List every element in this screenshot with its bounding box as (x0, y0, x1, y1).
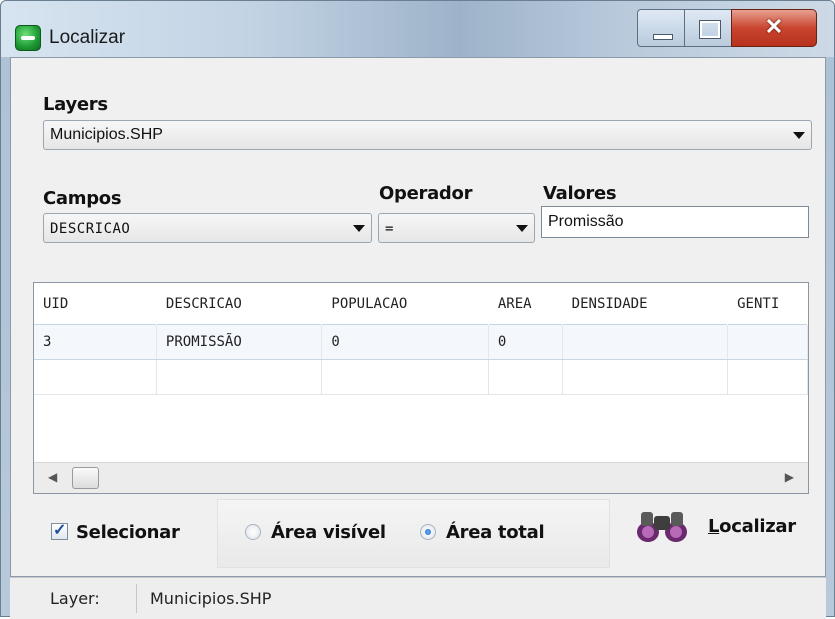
column-header[interactable]: GENTI (727, 283, 808, 325)
localizar-window: Localizar ✕ Layers Municipios.SHP Campos… (0, 0, 835, 619)
table-cell (727, 324, 808, 360)
status-layer-label: Layer: (50, 589, 100, 608)
window-title: Localizar (49, 27, 126, 48)
campos-selected-value: DESCRICAO (50, 221, 131, 237)
layers-dropdown[interactable]: Municipios.SHP (43, 120, 812, 150)
valores-input[interactable] (541, 206, 809, 238)
table-cell (34, 359, 157, 395)
maximize-icon (699, 20, 721, 39)
selecionar-label[interactable]: Selecionar (76, 522, 180, 543)
scroll-right-icon[interactable]: ▶ (785, 470, 794, 484)
close-icon: ✕ (764, 14, 784, 39)
binoculars-icon[interactable] (635, 508, 689, 544)
valores-text-field[interactable] (542, 207, 808, 237)
app-icon (15, 25, 41, 51)
chevron-down-icon (353, 225, 365, 232)
campos-dropdown[interactable]: DESCRICAO (43, 213, 372, 243)
table-cell (156, 359, 323, 395)
column-header[interactable]: DENSIDADE (562, 283, 729, 325)
results-grid[interactable]: UID DESCRICAO POPULACAO AREA DENSIDADE G… (33, 282, 809, 494)
localizar-button-label: ocalizar (719, 516, 796, 537)
table-cell: 0 (321, 324, 489, 360)
status-bar: Layer: Municipios.SHP (10, 577, 826, 619)
scrollbar-thumb[interactable] (72, 467, 99, 489)
table-cell (321, 359, 489, 395)
column-header[interactable]: POPULACAO (321, 283, 489, 325)
chevron-down-icon (516, 225, 528, 232)
table-cell (562, 324, 729, 360)
table-row[interactable]: 3 PROMISSÃO 0 0 (34, 324, 808, 360)
table-cell (727, 359, 808, 395)
table-cell: 3 (34, 324, 157, 360)
chevron-down-icon (793, 132, 805, 139)
title-bar: Localizar ✕ (1, 1, 834, 57)
selecionar-checkbox[interactable] (51, 520, 68, 540)
grid-header-row: UID DESCRICAO POPULACAO AREA DENSIDADE G… (34, 283, 808, 325)
status-divider (136, 584, 137, 613)
area-total-radio[interactable] (420, 524, 436, 540)
layers-selected-value: Municipios.SHP (50, 126, 163, 143)
area-total-label[interactable]: Área total (446, 522, 545, 543)
area-visivel-radio[interactable] (245, 524, 261, 540)
operador-label: Operador (379, 183, 473, 204)
localizar-button[interactable]: Localizar (708, 516, 796, 537)
table-cell: PROMISSÃO (156, 324, 323, 360)
maximize-button[interactable] (684, 9, 732, 47)
status-layer-value: Municipios.SHP (150, 589, 272, 608)
table-row[interactable] (34, 359, 808, 395)
minimize-icon (653, 34, 673, 40)
scroll-left-icon[interactable]: ◀ (48, 470, 57, 484)
table-cell (488, 359, 563, 395)
column-header[interactable]: AREA (488, 283, 563, 325)
column-header[interactable]: DESCRICAO (156, 283, 323, 325)
operador-dropdown[interactable]: = (378, 213, 535, 243)
minimize-button[interactable] (637, 9, 685, 47)
column-header[interactable]: UID (34, 283, 157, 325)
operador-selected-value: = (385, 221, 394, 237)
area-visivel-label[interactable]: Área visível (271, 522, 386, 543)
valores-label: Valores (543, 183, 617, 204)
localizar-accel-key: L (708, 516, 720, 537)
close-button[interactable]: ✕ (731, 9, 817, 47)
layers-label: Layers (43, 94, 108, 115)
table-cell (562, 359, 729, 395)
horizontal-scrollbar[interactable]: ◀ ▶ (34, 462, 808, 493)
table-cell: 0 (488, 324, 563, 360)
campos-label: Campos (43, 188, 122, 209)
